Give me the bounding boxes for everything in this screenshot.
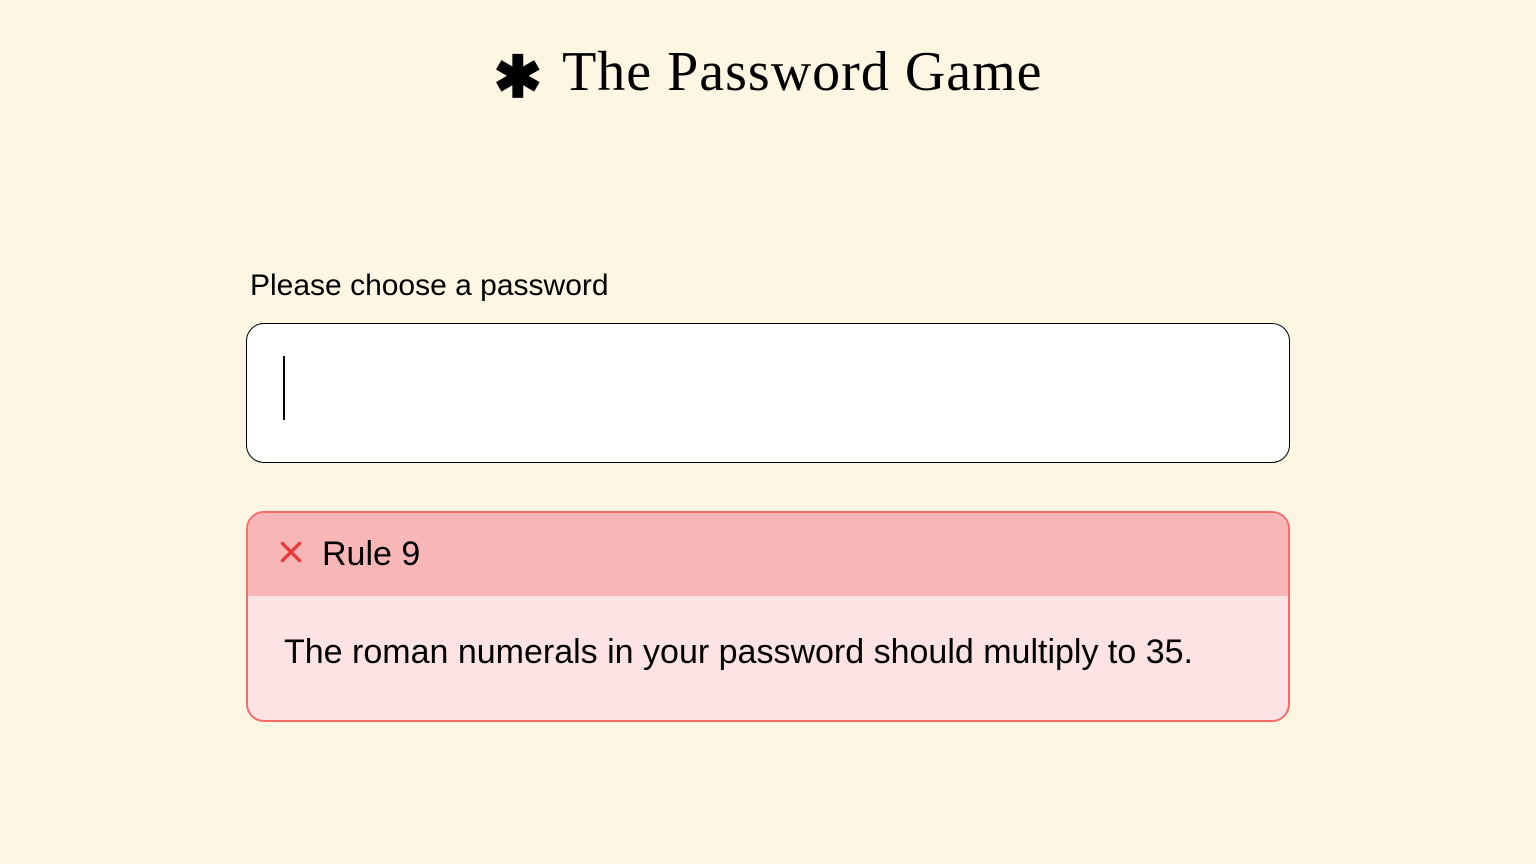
password-prompt-label: Please choose a password [250,269,1290,303]
text-cursor [283,356,285,420]
x-icon [278,539,304,571]
content-area: Please choose a password Rule 9 The roma… [246,269,1290,722]
page-container: ✱ The Password Game Please choose a pass… [0,0,1536,722]
rule-title: Rule 9 [322,535,420,574]
asterisk-icon: ✱ [493,49,542,107]
password-input[interactable] [246,323,1290,463]
rule-card: Rule 9 The roman numerals in your passwo… [246,511,1290,722]
rule-text: The roman numerals in your password shou… [248,596,1288,720]
rule-header: Rule 9 [248,513,1288,596]
page-title: The Password Game [562,40,1042,104]
title-bar: ✱ The Password Game [493,40,1042,104]
